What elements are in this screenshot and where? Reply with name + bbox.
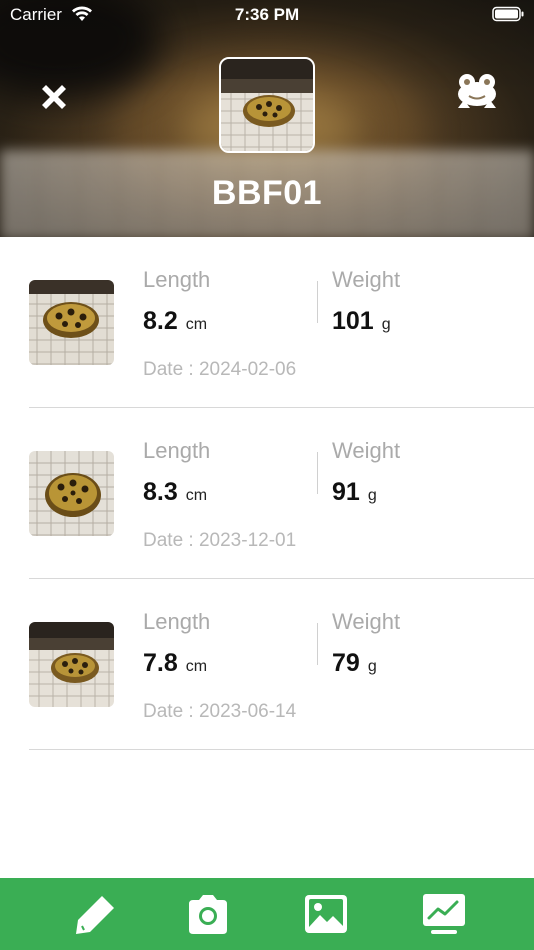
clock: 7:36 PM [234,5,300,24]
close-icon[interactable] [34,77,74,117]
record-date: Date : 2024-02-06 [143,359,297,380]
length-value-group: 8.2 cm [143,307,207,336]
battery-icon [492,6,524,22]
weight-label: Weight [332,438,401,463]
frog-photo-image [29,451,114,536]
length-value: 7.8 [143,649,178,677]
bottom-toolbar [0,878,534,950]
list-item[interactable]: Length Weight 7.8 cm 79 g Date : 2023-06-1… [0,579,534,750]
camera-icon[interactable] [185,892,231,936]
frog-photo-image [221,59,313,151]
profile-photo[interactable] [219,57,315,153]
length-value: 8.2 [143,307,178,335]
length-value: 8.3 [143,478,178,506]
weight-unit: g [367,487,377,504]
divider [317,452,318,494]
length-label: Length [143,267,211,292]
status-bar: Carrier 7:36 PM [0,0,534,30]
divider [317,281,318,323]
pencil-icon[interactable] [72,892,118,936]
record-photo [29,280,114,365]
length-value-group: 8.3 cm [143,478,207,507]
weight-unit: g [381,316,391,333]
divider [317,623,318,665]
frog-icon[interactable] [454,72,500,112]
weight-value-group: 79 g [332,649,377,678]
weight-value: 79 [332,649,360,677]
chart-icon[interactable] [421,892,467,936]
length-label: Length [143,438,211,463]
length-value-group: 7.8 cm [143,649,207,678]
weight-value: 91 [332,478,360,506]
weight-value-group: 101 g [332,307,391,336]
row-separator [29,749,534,750]
length-label: Length [143,609,211,634]
weight-label: Weight [332,609,401,634]
length-unit: cm [185,658,208,675]
length-unit: cm [185,316,208,333]
length-unit: cm [185,487,208,504]
frog-photo-image [29,622,114,707]
list-item[interactable]: Length Weight 8.2 cm 101 g Date : 2024-02-… [0,237,534,408]
record-date: Date : 2023-06-14 [143,701,297,722]
image-icon[interactable] [303,892,349,936]
weight-unit: g [367,658,377,675]
weight-value: 101 [332,307,374,335]
weight-value-group: 91 g [332,478,377,507]
record-photo [29,622,114,707]
page-title: BBF01 [211,174,323,212]
weight-label: Weight [332,267,401,292]
list-item[interactable]: Length Weight 8.3 cm 91 g Date : 2023-12-0… [0,408,534,579]
record-photo [29,451,114,536]
record-date: Date : 2023-12-01 [143,530,297,551]
frog-photo-image [29,280,114,365]
